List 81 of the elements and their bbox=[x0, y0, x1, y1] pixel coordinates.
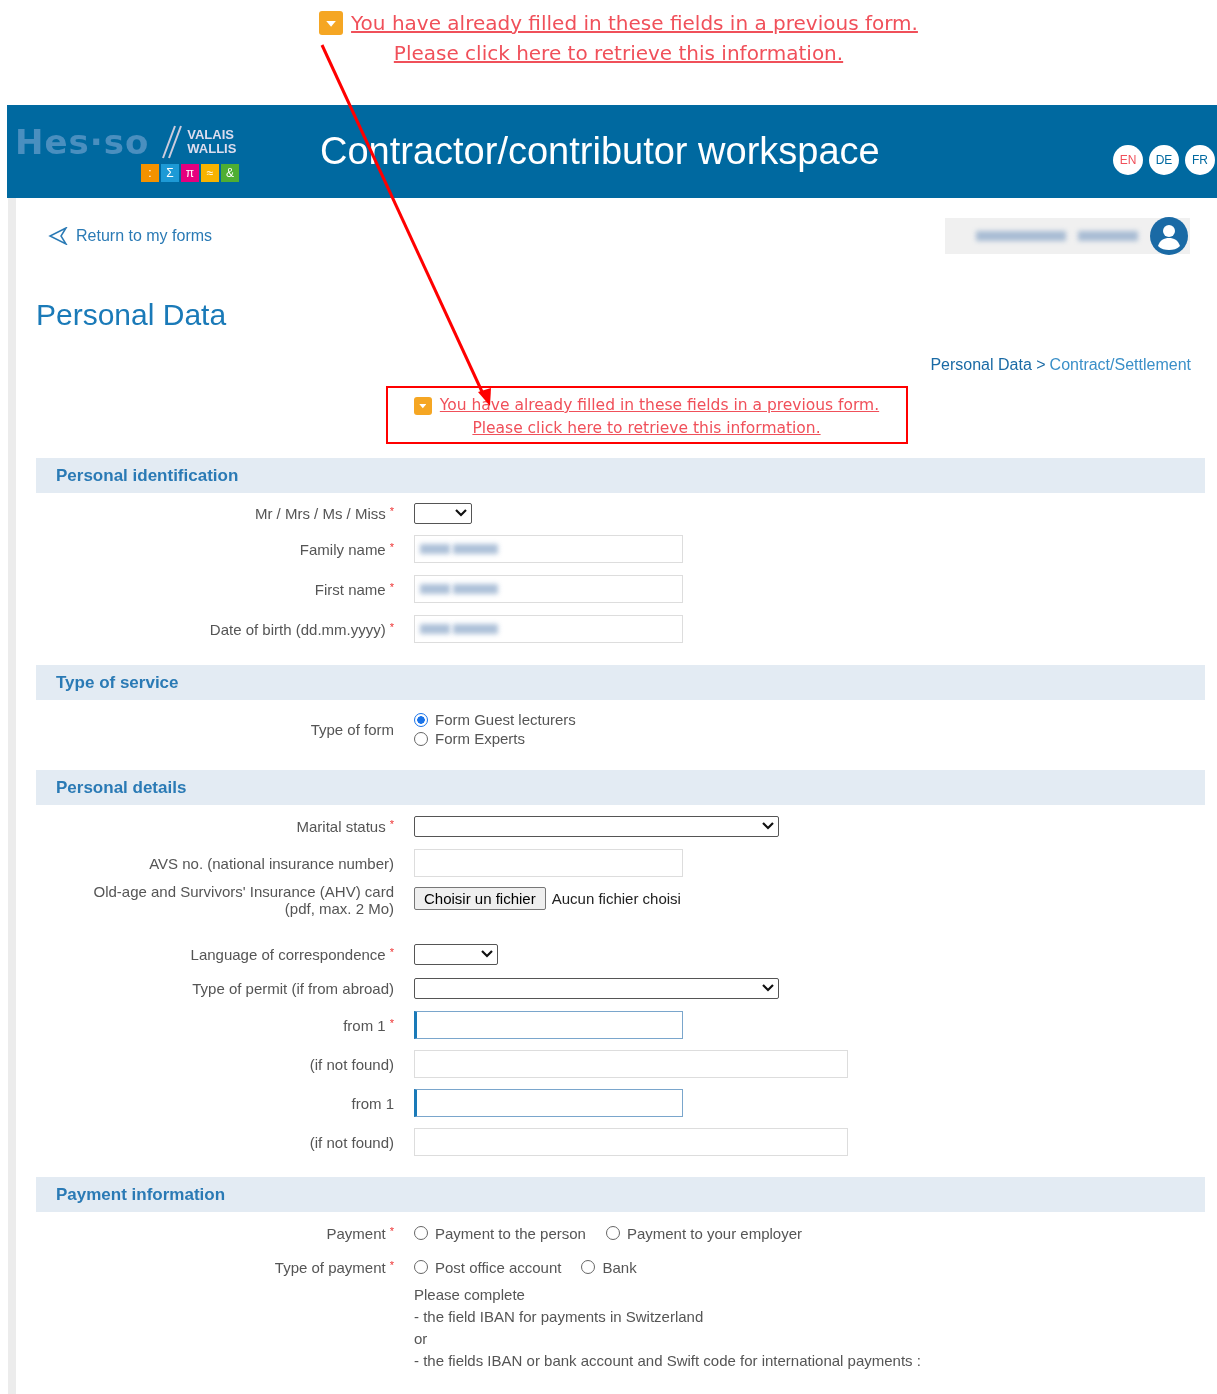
field-label: Old-age and Survivors' Insurance (AHV) card (pdf, max. 2 Mo) bbox=[92, 883, 394, 917]
field-label: Type of payment * bbox=[273, 1258, 394, 1276]
required-mark: * bbox=[389, 817, 394, 830]
field-label: Type of permit (if from abroad) bbox=[191, 979, 394, 997]
radio-label[interactable]: Bank bbox=[602, 1258, 637, 1276]
dropdown[interactable] bbox=[414, 815, 779, 837]
field-label: Type of form bbox=[309, 720, 394, 738]
field-label: AVS no. (national insurance number) bbox=[148, 854, 394, 872]
field-label: First name * bbox=[313, 580, 394, 598]
retrieve-link[interactable]: You have already filled in these fields in a previous form. bbox=[351, 8, 918, 38]
field-label: (if not found) bbox=[308, 1055, 394, 1073]
logo-name: Hes·so bbox=[15, 121, 150, 162]
radio-button[interactable] bbox=[581, 1260, 596, 1274]
page-title: Personal Data bbox=[36, 298, 228, 332]
required-mark: * bbox=[389, 620, 394, 633]
radio-label[interactable]: Form Experts bbox=[435, 730, 525, 747]
field-label: (if not found) bbox=[308, 1133, 394, 1151]
file-status: Aucun fichier choisi bbox=[551, 890, 681, 907]
required-mark: * bbox=[389, 540, 394, 553]
download-icon bbox=[319, 11, 344, 35]
breadcrumb-item[interactable]: Contract/Settlement bbox=[1049, 356, 1191, 374]
radio-button[interactable] bbox=[414, 1226, 428, 1240]
caret-icon bbox=[481, 950, 493, 958]
required-mark: * bbox=[389, 945, 394, 958]
required-mark: * bbox=[389, 580, 394, 593]
caret-icon bbox=[455, 509, 467, 517]
instruction-text: or bbox=[414, 1329, 429, 1349]
input-field[interactable] bbox=[414, 1011, 683, 1039]
instruction-text: - the field IBAN for payments in Switzerland bbox=[414, 1307, 705, 1327]
field-label: Mr / Mrs / Ms / Miss * bbox=[253, 504, 394, 522]
field-label: Family name * bbox=[298, 540, 394, 558]
caret-icon bbox=[762, 984, 774, 992]
section-header: Type of service bbox=[36, 665, 1205, 700]
dropdown[interactable] bbox=[414, 502, 472, 524]
user-box[interactable] bbox=[945, 218, 1190, 254]
field-label: Date of birth (dd.mm.yyyy) * bbox=[208, 620, 394, 638]
back-link[interactable]: Return to my forms bbox=[36, 227, 213, 245]
logo-symbol: Σ bbox=[161, 163, 179, 182]
radio-label[interactable]: Payment to the person bbox=[435, 1224, 586, 1242]
section-header: Payment information bbox=[36, 1177, 1205, 1212]
input-field[interactable] bbox=[414, 1089, 683, 1117]
field-label: Payment * bbox=[325, 1224, 394, 1242]
retrieve-link[interactable]: Please click here to retrieve this information. bbox=[393, 38, 844, 68]
language-button[interactable]: FR bbox=[1185, 144, 1215, 175]
radio-button[interactable] bbox=[414, 1260, 428, 1274]
logo-region: WALLIS bbox=[187, 141, 237, 156]
radio-label[interactable]: Payment to your employer bbox=[626, 1224, 802, 1242]
radio-label[interactable]: Form Guest lecturers bbox=[435, 711, 576, 728]
logo-symbol: : bbox=[141, 163, 159, 182]
logo-symbol: ≈ bbox=[201, 163, 219, 182]
download-icon bbox=[413, 396, 432, 415]
caret-icon bbox=[762, 822, 774, 830]
required-mark: * bbox=[389, 1224, 394, 1237]
instruction-text: Please complete bbox=[414, 1285, 526, 1305]
retrieve-link[interactable]: Please click here to retrieve this information. bbox=[472, 417, 821, 440]
required-mark: * bbox=[389, 1258, 394, 1271]
back-arrow-icon bbox=[48, 227, 68, 245]
field-label: Language of correspondence * bbox=[189, 945, 394, 963]
logo-region: VALAIS bbox=[187, 127, 235, 142]
language-button[interactable]: EN bbox=[1113, 144, 1143, 175]
logo-symbol: & bbox=[221, 163, 239, 182]
radio-button[interactable] bbox=[605, 1226, 620, 1240]
section-header: Personal identification bbox=[36, 458, 1205, 493]
radio-button[interactable] bbox=[414, 731, 428, 746]
retrieve-link[interactable]: You have already filled in these fields in a previous form. bbox=[439, 394, 880, 417]
field-label: from 1 bbox=[350, 1094, 394, 1112]
user-icon bbox=[1150, 217, 1188, 255]
dropdown[interactable] bbox=[414, 977, 779, 999]
required-mark: * bbox=[389, 504, 394, 517]
radio-label[interactable]: Post office account bbox=[435, 1258, 562, 1276]
instruction-text: - the fields IBAN or bank account and Swift code for international payments : bbox=[414, 1351, 922, 1371]
radio-button[interactable] bbox=[414, 712, 428, 727]
field-label: from 1 * bbox=[342, 1016, 394, 1034]
choose-file-button[interactable]: Choisir un fichier bbox=[414, 887, 546, 910]
breadcrumb-item[interactable]: Personal Data > bbox=[930, 356, 1046, 374]
section-header: Personal details bbox=[36, 770, 1205, 805]
required-mark: * bbox=[389, 1016, 394, 1029]
field-label: Marital status * bbox=[295, 817, 394, 835]
logo-symbol: π bbox=[181, 163, 199, 182]
language-button[interactable]: DE bbox=[1149, 144, 1179, 175]
dropdown[interactable] bbox=[414, 943, 498, 965]
